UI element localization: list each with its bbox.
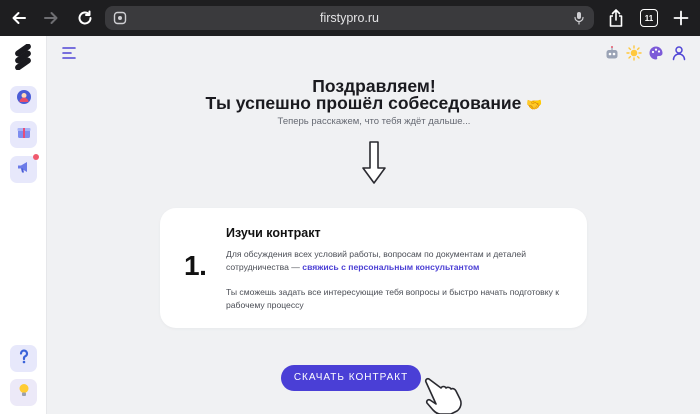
- microphone-icon[interactable]: [572, 11, 586, 25]
- back-arrow-icon[interactable]: [8, 7, 30, 29]
- handshake-emoji: 🤝: [526, 97, 543, 112]
- menu-icon[interactable]: [60, 44, 78, 62]
- plus-icon[interactable]: [672, 9, 690, 27]
- gift-icon: [16, 124, 32, 145]
- lightbulb-icon: [16, 382, 32, 403]
- megaphone-icon: [16, 159, 32, 180]
- page-subtitle: Теперь расскажем, что тебя ждёт дальше..…: [277, 116, 471, 127]
- reload-icon[interactable]: [74, 7, 96, 29]
- step-card: 1. Изучи контракт Для обсуждения всех ус…: [160, 208, 587, 328]
- down-arrow-icon: [360, 140, 388, 186]
- tabs-button[interactable]: 11: [640, 9, 658, 27]
- pointing-hand-icon: [422, 375, 466, 414]
- step-note: Ты сможешь задать все интересующие тебя …: [226, 287, 560, 310]
- logo-icon[interactable]: [11, 43, 35, 71]
- sidebar-item-ideas[interactable]: [10, 379, 37, 406]
- page-title-text: Ты успешно прошёл собеседование: [205, 93, 522, 113]
- user-icon[interactable]: [670, 44, 688, 62]
- share-icon[interactable]: [607, 8, 625, 28]
- browser-toolbar: firstypro.ru 11: [0, 0, 700, 36]
- download-contract-button[interactable]: СКАЧАТЬ КОНТРАКТ: [281, 365, 421, 391]
- sidebar-item-announcements[interactable]: [10, 154, 39, 183]
- robot-icon[interactable]: [603, 44, 621, 62]
- top-bar: [48, 36, 700, 70]
- page-title-line2: Ты успешно прошёл собеседование 🤝: [48, 94, 700, 114]
- palette-icon[interactable]: [647, 44, 665, 62]
- step-title: Изучи контракт: [226, 226, 321, 240]
- url-text: firstypro.ru: [319, 11, 380, 25]
- question-icon: [16, 348, 32, 369]
- consultant-link[interactable]: свяжись с персональным консультантом: [302, 262, 479, 272]
- sidebar: [0, 36, 47, 414]
- tab-count: 11: [644, 13, 654, 23]
- sidebar-item-help[interactable]: [10, 345, 37, 372]
- sidebar-item-gifts[interactable]: [10, 121, 37, 148]
- step-description: Для обсуждения всех условий работы, вопр…: [226, 248, 566, 274]
- sidebar-item-profile[interactable]: [10, 86, 37, 113]
- forward-arrow-icon[interactable]: [40, 7, 62, 29]
- notification-dot: [33, 154, 39, 160]
- sun-icon[interactable]: [625, 44, 643, 62]
- step-number: 1.: [184, 250, 207, 281]
- address-bar[interactable]: firstypro.ru: [105, 6, 594, 30]
- avatar-icon: [16, 89, 32, 110]
